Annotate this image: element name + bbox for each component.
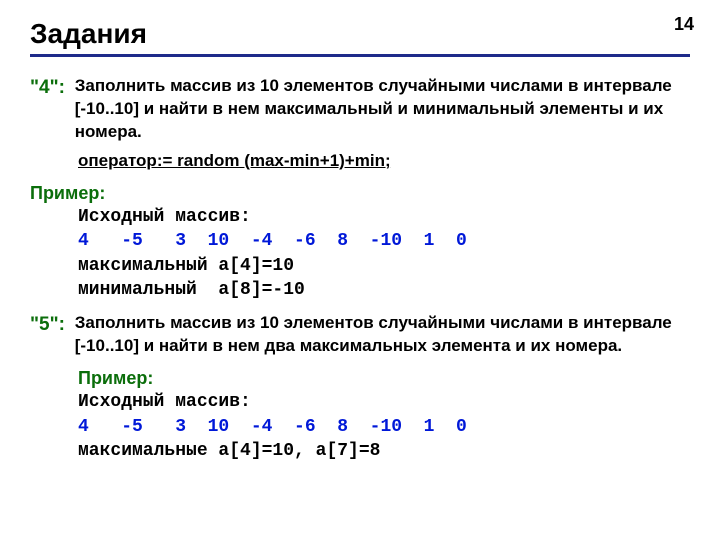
task-5: "5": Заполнить массив из 10 элементов сл…	[30, 312, 690, 358]
task-4-max: максимальный a[4]=10	[78, 254, 690, 278]
task-4-array: 4 -5 3 10 -4 -6 8 -10 1 0	[78, 229, 690, 253]
task-5-array-label: Исходный массив:	[78, 390, 690, 414]
task-4-operator: оператор:= random (max-min+1)+min;	[78, 150, 690, 173]
task-4-array-label: Исходный массив:	[78, 205, 690, 229]
title-rule	[30, 54, 690, 57]
task-4-label: "4":	[30, 75, 70, 101]
task-5-label: "5":	[30, 312, 70, 338]
task-4: "4": Заполнить массив из 10 элементов сл…	[30, 75, 690, 144]
task-5-text: Заполнить массив из 10 элементов случайн…	[75, 312, 675, 358]
task-5-array: 4 -5 3 10 -4 -6 8 -10 1 0	[78, 415, 690, 439]
task-5-example-label: Пример:	[78, 366, 690, 390]
task-5-max: максимальные a[4]=10, a[7]=8	[78, 439, 690, 463]
page-number: 14	[674, 14, 694, 35]
task-4-min: минимальный a[8]=-10	[78, 278, 690, 302]
content: "4": Заполнить массив из 10 элементов сл…	[30, 75, 690, 463]
task-4-example-label: Пример:	[30, 181, 690, 205]
task-4-text: Заполнить массив из 10 элементов случайн…	[75, 75, 675, 144]
page-title: Задания	[30, 18, 690, 50]
